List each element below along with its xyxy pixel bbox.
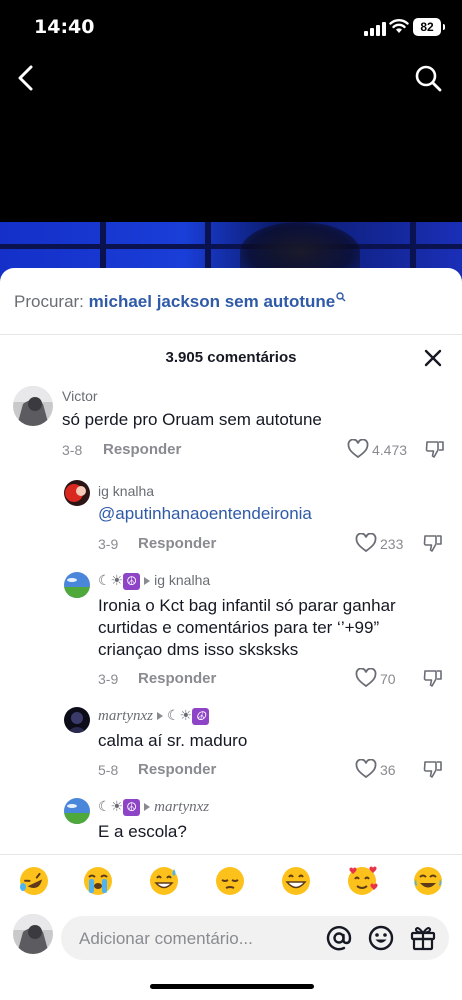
comment-text-line: curtidas e comentários para ter ‘’+99” <box>98 618 380 637</box>
search-label: Procurar: <box>14 292 84 311</box>
comment-date: 3-8 <box>62 442 83 458</box>
wifi-icon <box>389 19 409 33</box>
reply-to-username[interactable]: ig knalha <box>154 572 210 588</box>
video-window-frame <box>0 244 462 249</box>
dislike-icon[interactable] <box>423 668 443 688</box>
close-icon[interactable] <box>424 349 442 367</box>
comment-date: 3-9 <box>98 536 119 552</box>
search-query[interactable]: michael jackson sem autotune <box>89 292 336 311</box>
reply-arrow-icon <box>144 576 151 585</box>
joy-emoji-icon[interactable] <box>412 865 444 897</box>
home-indicator <box>150 984 314 989</box>
pensive-emoji-icon[interactable] <box>214 865 246 897</box>
comment-username[interactable]: ig knalha <box>98 483 154 499</box>
comment-text-line: Ironia o Kct bag infantil só parar ganha… <box>98 596 396 615</box>
reply-button[interactable]: Responder <box>138 535 216 552</box>
comment-username[interactable]: ☾☀ ☮ martynxz <box>98 798 209 816</box>
comment-input-placeholder: Adicionar comentário... <box>79 929 253 948</box>
peace-icon: ☮ <box>123 798 141 816</box>
reply-arrow-icon <box>144 802 151 811</box>
heart-icon[interactable] <box>355 759 377 779</box>
heart-icon[interactable] <box>355 533 377 553</box>
smiling-hearts-emoji-icon[interactable] <box>346 865 378 897</box>
dislike-icon[interactable] <box>423 759 443 779</box>
sweat-smile-emoji-icon[interactable] <box>148 865 180 897</box>
search-icon[interactable] <box>414 64 442 92</box>
avatar[interactable] <box>64 572 90 598</box>
grin-emoji-icon[interactable] <box>280 865 312 897</box>
like-count: 4.473 <box>372 442 408 458</box>
search-icon <box>336 292 346 302</box>
search-suggestion[interactable]: Procurar: michael jackson sem autotune <box>14 292 346 312</box>
like-count: 233 <box>380 536 404 552</box>
comment-text: Ironia o Kct bag infantil só parar ganha… <box>98 595 396 661</box>
cellular-signal-icon <box>364 22 386 36</box>
avatar[interactable] <box>64 798 90 824</box>
like-count: 36 <box>380 762 396 778</box>
at-icon[interactable] <box>325 924 353 952</box>
peace-icon: ☮ <box>192 708 210 726</box>
status-time: 14:40 <box>34 16 95 38</box>
heart-icon[interactable] <box>355 668 377 688</box>
avatar[interactable] <box>64 480 90 506</box>
divider <box>0 334 462 335</box>
status-bar: 14:40 82 <box>0 0 462 56</box>
comment-mention[interactable]: @aputinhanaoentendeironia <box>98 503 312 525</box>
reply-arrow-icon <box>157 712 163 721</box>
emoji-quick-bar <box>0 854 462 910</box>
comment-text: calma aí sr. maduro <box>98 731 248 750</box>
comment-text: E a escola? <box>98 822 187 841</box>
avatar[interactable] <box>64 707 90 733</box>
reply-button[interactable]: Responder <box>138 761 216 778</box>
comment-username[interactable]: martynxz ☾☀ ☮ <box>98 707 210 726</box>
emoji-icon[interactable] <box>367 924 395 952</box>
rofl-emoji-icon[interactable] <box>18 865 50 897</box>
dislike-icon[interactable] <box>423 533 443 553</box>
like-count: 70 <box>380 671 396 687</box>
back-icon[interactable] <box>14 64 38 92</box>
reply-to-username[interactable]: ☾☀ <box>167 707 192 723</box>
avatar[interactable] <box>13 914 53 954</box>
dislike-icon[interactable] <box>425 439 445 459</box>
comments-sheet: Procurar: michael jackson sem autotune 3… <box>0 268 462 1000</box>
comment-date: 3-9 <box>98 671 119 687</box>
username-text: ☾☀ <box>98 572 124 588</box>
comment-input[interactable]: Adicionar comentário... <box>61 916 449 960</box>
comment-count: 3.905 comentários <box>165 349 297 366</box>
comment-text-line: criançao dms isso sksksks <box>98 640 299 659</box>
comment-date: 5-8 <box>98 762 119 778</box>
heart-icon[interactable] <box>347 439 369 459</box>
gift-icon[interactable] <box>409 924 437 952</box>
username-text: ☾☀ <box>98 798 124 814</box>
username-text: martynxz <box>98 708 153 724</box>
avatar[interactable] <box>13 386 53 426</box>
reply-button[interactable]: Responder <box>138 670 216 687</box>
comment-text: só perde pro Oruam sem autotune <box>62 410 322 429</box>
comment-composer: Adicionar comentário... <box>0 910 462 1000</box>
peace-icon: ☮ <box>123 572 141 590</box>
comment-username[interactable]: ☾☀ ☮ ig knalha <box>98 572 210 590</box>
comment-username[interactable]: Victor <box>62 388 98 404</box>
battery-indicator: 82 <box>413 18 445 36</box>
reply-button[interactable]: Responder <box>103 441 181 458</box>
reply-to-username[interactable]: martynxz <box>154 799 209 815</box>
crying-emoji-icon[interactable] <box>82 865 114 897</box>
